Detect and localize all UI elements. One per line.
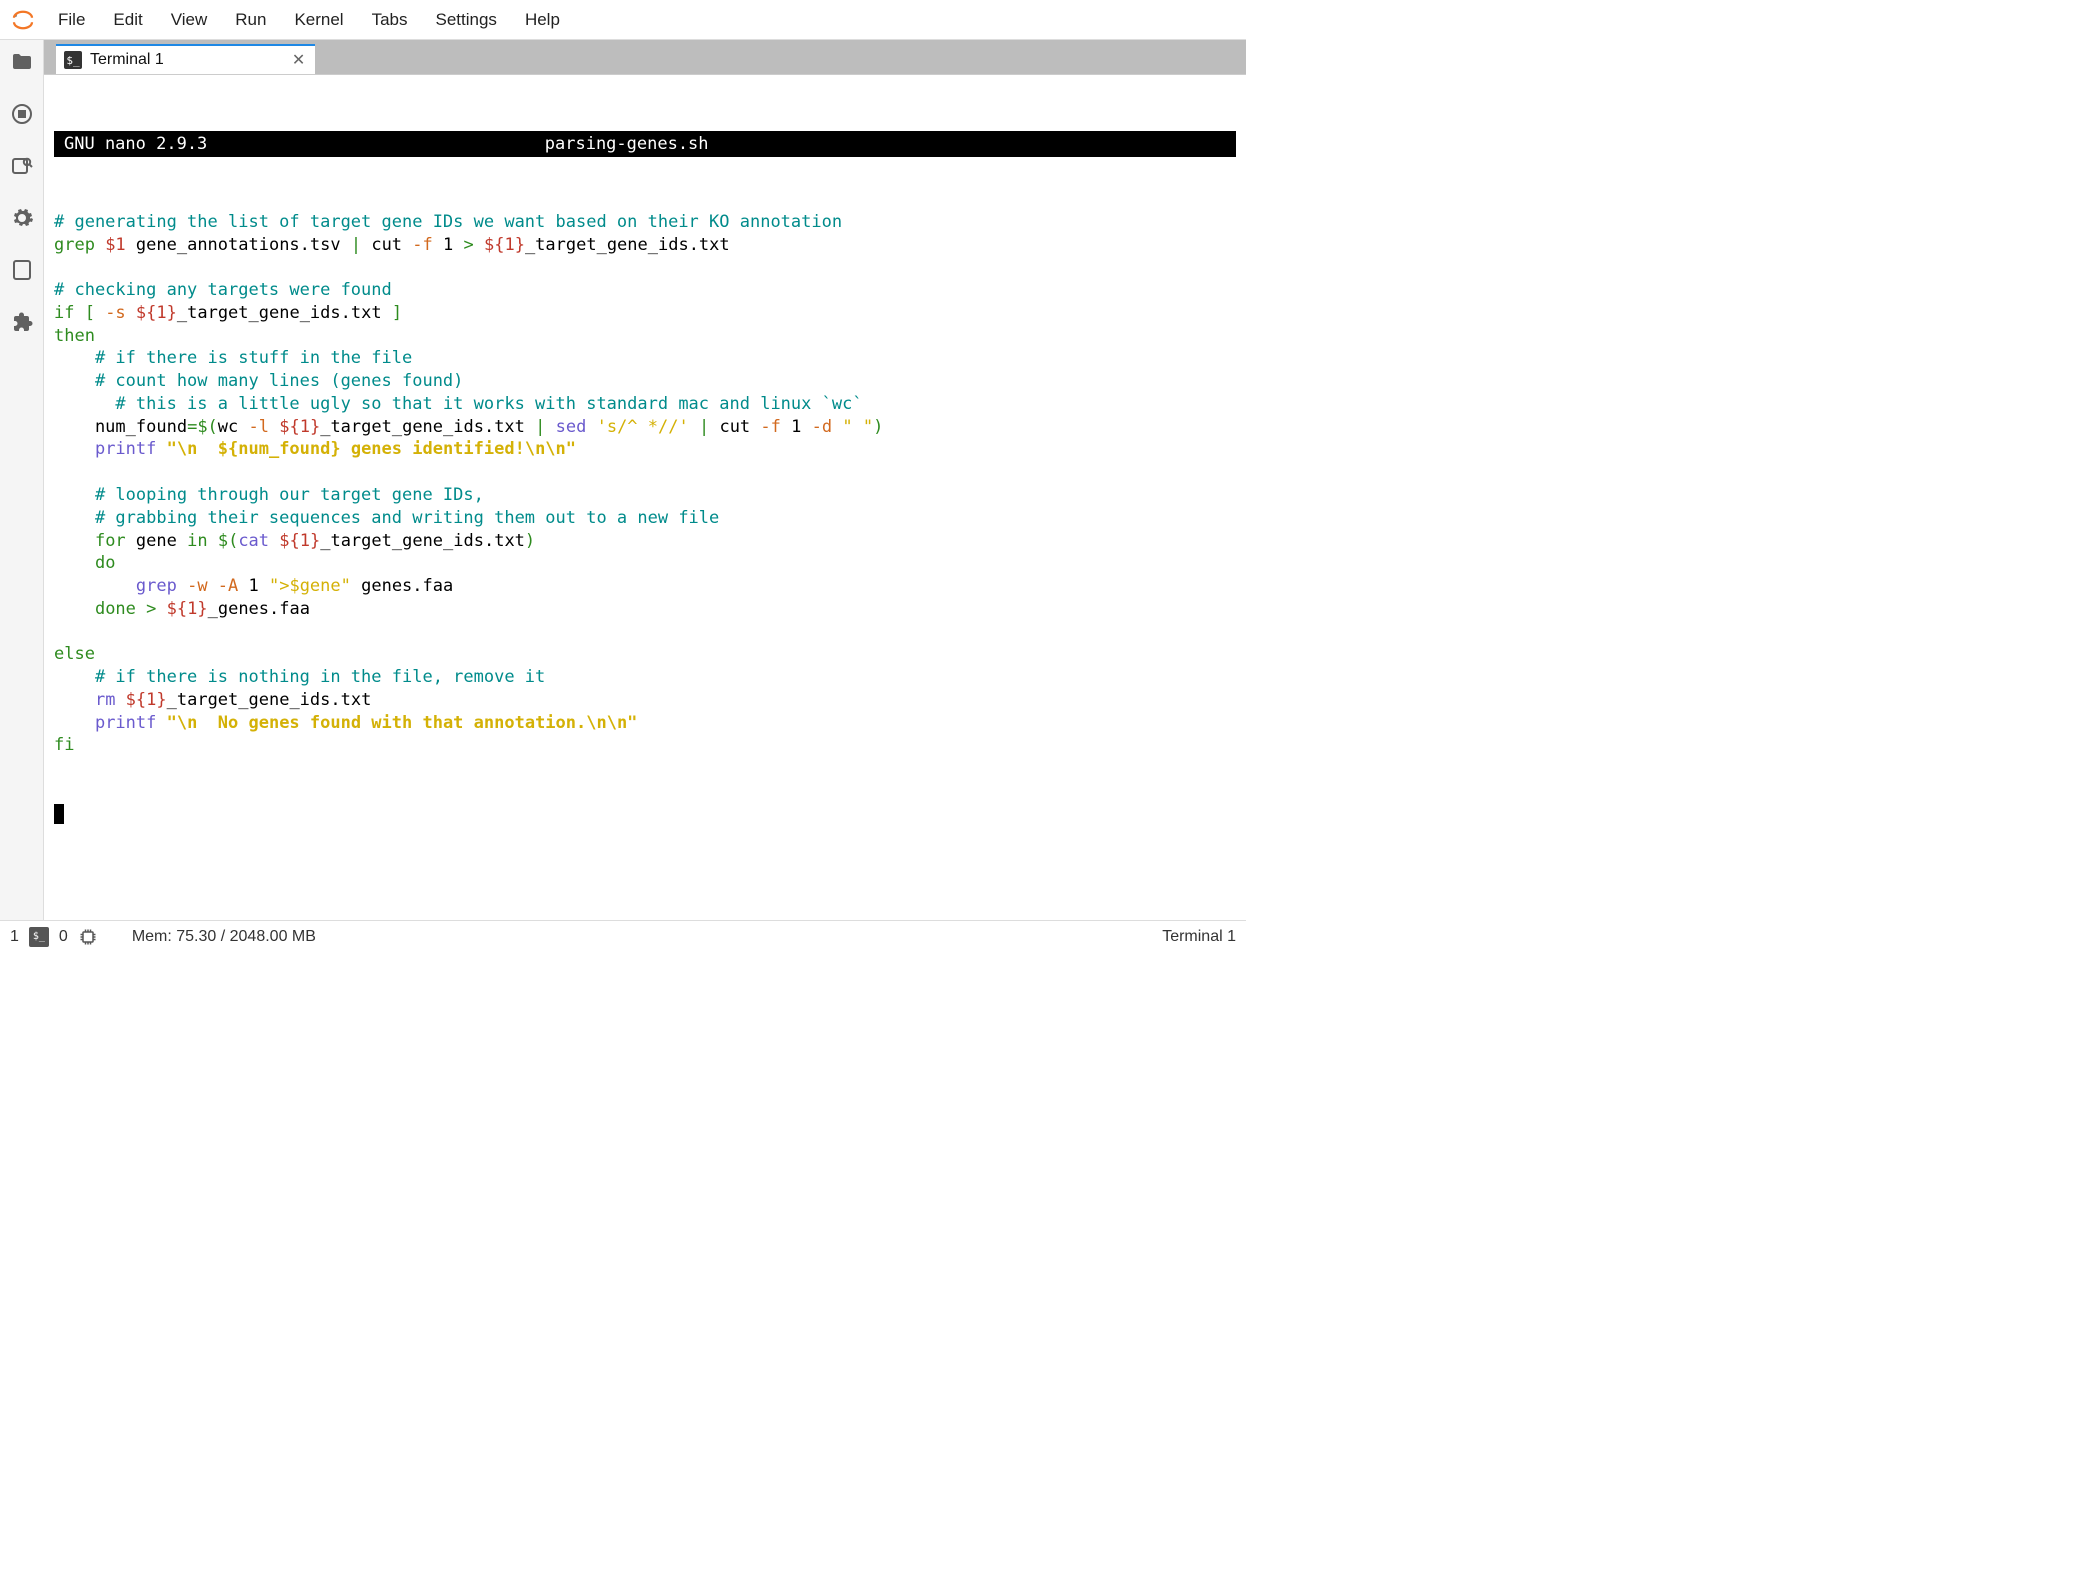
- left-sidebar: [0, 40, 44, 920]
- menu-items: FileEditViewRunKernelTabsSettingsHelp: [44, 4, 574, 36]
- terminal-icon: $_: [64, 51, 82, 69]
- menu-view[interactable]: View: [157, 4, 222, 36]
- nano-filename: parsing-genes.sh: [207, 133, 1046, 156]
- status-left-number: 1: [10, 928, 19, 946]
- stop-circle-icon[interactable]: [10, 102, 34, 126]
- puzzle-icon[interactable]: [10, 310, 34, 334]
- menu-settings[interactable]: Settings: [422, 4, 511, 36]
- text-cursor: [54, 804, 64, 824]
- document-icon[interactable]: [10, 258, 34, 282]
- jupyter-logo: [10, 7, 36, 33]
- chip-icon[interactable]: [78, 927, 98, 947]
- status-context-label: Terminal 1: [1162, 928, 1236, 946]
- tab-title: Terminal 1: [90, 51, 164, 69]
- status-terminals-count: 0: [59, 928, 68, 946]
- menu-run[interactable]: Run: [221, 4, 280, 36]
- nano-editor-body[interactable]: # generating the list of target gene IDs…: [54, 203, 1236, 757]
- main-panel: $_ Terminal 1 ✕ GNU nano 2.9.3 parsing-g…: [44, 40, 1246, 920]
- close-icon[interactable]: ✕: [292, 50, 305, 70]
- tab-bar: $_ Terminal 1 ✕: [44, 40, 1246, 74]
- menu-tabs[interactable]: Tabs: [358, 4, 422, 36]
- nano-title-bar: GNU nano 2.9.3 parsing-genes.sh: [54, 131, 1236, 158]
- menu-file[interactable]: File: [44, 4, 99, 36]
- terminal-icon[interactable]: $_: [29, 927, 49, 947]
- status-memory: Mem: 75.30 / 2048.00 MB: [132, 928, 316, 946]
- menu-kernel[interactable]: Kernel: [280, 4, 357, 36]
- menu-edit[interactable]: Edit: [99, 4, 156, 36]
- property-inspector-icon[interactable]: [10, 154, 34, 178]
- tab-terminal-1[interactable]: $_ Terminal 1 ✕: [56, 44, 315, 74]
- menu-bar: FileEditViewRunKernelTabsSettingsHelp: [0, 0, 1246, 40]
- status-bar: 1 $_ 0 Mem: 75.30 / 2048.00 MB Terminal …: [0, 920, 1246, 952]
- folder-icon[interactable]: [10, 50, 34, 74]
- menu-help[interactable]: Help: [511, 4, 574, 36]
- gear-icon[interactable]: [10, 206, 34, 230]
- terminal-content[interactable]: GNU nano 2.9.3 parsing-genes.sh # genera…: [44, 74, 1246, 920]
- nano-version: GNU nano 2.9.3: [64, 133, 207, 156]
